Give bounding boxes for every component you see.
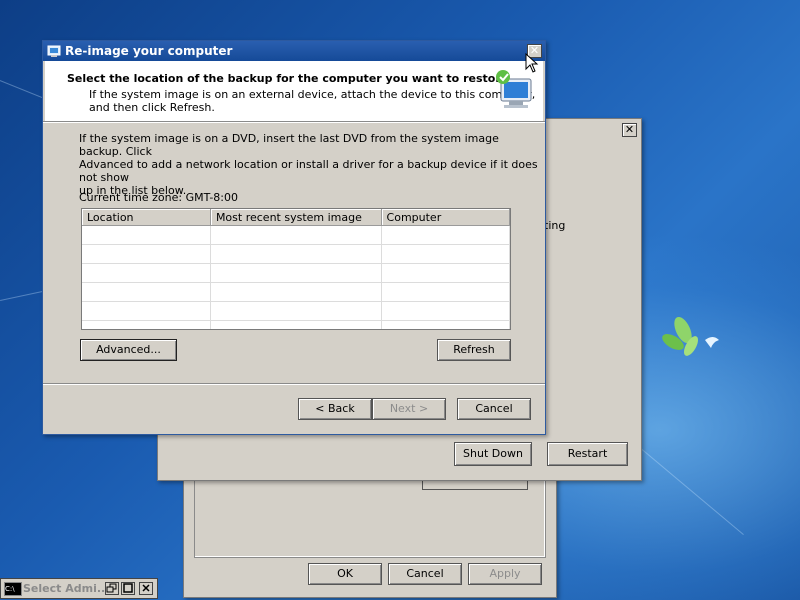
maximize-icon[interactable] — [121, 582, 135, 595]
table-cell — [82, 320, 211, 329]
info-text: If the system image is on a DVD, insert … — [79, 132, 545, 197]
restart-button[interactable]: Restart — [547, 442, 628, 466]
wizard-subheading-line2: and then click Refresh. — [89, 101, 215, 114]
dialog-title-bar: Re-image your computer ✕ — [43, 41, 545, 61]
apply-button[interactable]: Apply — [468, 563, 542, 585]
table-cell — [210, 263, 382, 283]
ok-button[interactable]: OK — [308, 563, 382, 585]
table-cell — [210, 320, 382, 329]
backup-location-list[interactable]: Location Most recent system image Comput… — [81, 208, 511, 330]
list-header-row: Location Most recent system image Comput… — [82, 209, 510, 226]
column-header-computer[interactable]: Computer — [381, 209, 510, 226]
table-cell — [381, 282, 510, 302]
partial-option-text: ting — [544, 219, 566, 232]
wizard-header: Select the location of the backup for th… — [45, 61, 543, 121]
table-row[interactable] — [82, 301, 510, 321]
table-cell — [210, 225, 382, 245]
console-window-title: Select Admi... — [23, 582, 110, 595]
table-cell — [210, 244, 382, 264]
table-cell — [82, 263, 211, 283]
header-divider — [43, 121, 545, 123]
column-header-location[interactable]: Location — [82, 209, 211, 226]
table-cell — [82, 225, 211, 245]
table-row[interactable] — [82, 320, 510, 329]
refresh-button[interactable]: Refresh — [437, 339, 511, 361]
table-cell — [381, 244, 510, 264]
next-button[interactable]: Next > — [372, 398, 446, 420]
wallpaper-leaf-logo — [662, 316, 719, 356]
wizard-heading: Select the location of the backup for th… — [67, 72, 509, 85]
minimized-console-window[interactable]: C:\ Select Admi... — [0, 578, 158, 599]
dialog-title: Re-image your computer — [65, 44, 233, 58]
console-icon: C:\ — [4, 582, 22, 596]
app-icon — [47, 44, 61, 57]
table-row[interactable] — [82, 244, 510, 264]
table-cell — [82, 282, 211, 302]
table-cell — [381, 225, 510, 245]
cancel-button[interactable]: Cancel — [388, 563, 462, 585]
close-icon[interactable]: ✕ — [622, 123, 637, 137]
table-cell — [210, 282, 382, 302]
info-line-1: If the system image is on a DVD, insert … — [79, 132, 499, 158]
restore-icon[interactable] — [105, 582, 119, 595]
table-cell — [381, 301, 510, 321]
reimage-dialog: Re-image your computer ✕ Select the loca… — [42, 40, 546, 435]
cancel-button[interactable]: Cancel — [457, 398, 531, 420]
table-cell — [82, 244, 211, 264]
advanced-button[interactable]: Advanced... — [80, 339, 177, 361]
table-cell — [381, 263, 510, 283]
timezone-label: Current time zone: GMT-8:00 — [79, 191, 239, 204]
mouse-cursor-icon — [525, 53, 539, 73]
wizard-subheading-line1: If the system image is on an external de… — [89, 88, 536, 101]
table-cell — [381, 320, 510, 329]
info-line-2: Advanced to add a network location or in… — [79, 158, 538, 184]
table-row[interactable] — [82, 263, 510, 283]
column-header-most-recent-image[interactable]: Most recent system image — [210, 209, 382, 226]
table-cell — [210, 301, 382, 321]
shutdown-button[interactable]: Shut Down — [454, 442, 532, 466]
close-icon[interactable] — [139, 582, 153, 595]
table-row[interactable] — [82, 225, 510, 245]
back-button[interactable]: < Back — [298, 398, 372, 420]
computer-restore-icon — [496, 70, 532, 108]
table-cell — [82, 301, 211, 321]
footer-divider — [43, 383, 545, 385]
table-row[interactable] — [82, 282, 510, 302]
